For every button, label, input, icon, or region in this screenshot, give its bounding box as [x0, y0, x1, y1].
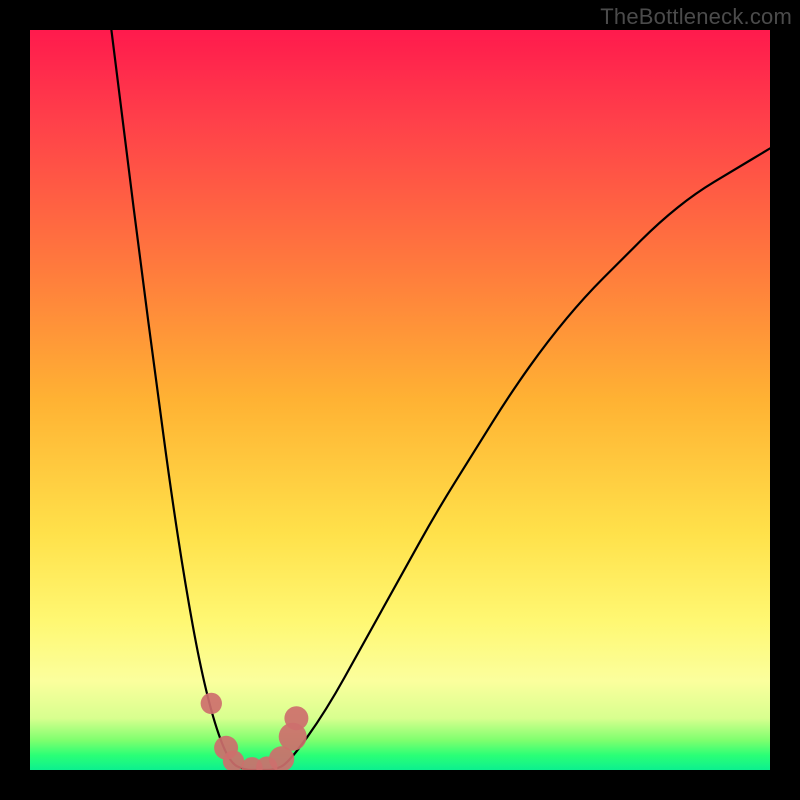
curve-svg: [30, 30, 770, 770]
plot-area: [30, 30, 770, 770]
bottleneck-curve: [111, 30, 770, 770]
curve-marker: [284, 706, 308, 730]
chart-frame: TheBottleneck.com: [0, 0, 800, 800]
curve-marker: [201, 693, 222, 714]
watermark-text: TheBottleneck.com: [600, 4, 792, 30]
